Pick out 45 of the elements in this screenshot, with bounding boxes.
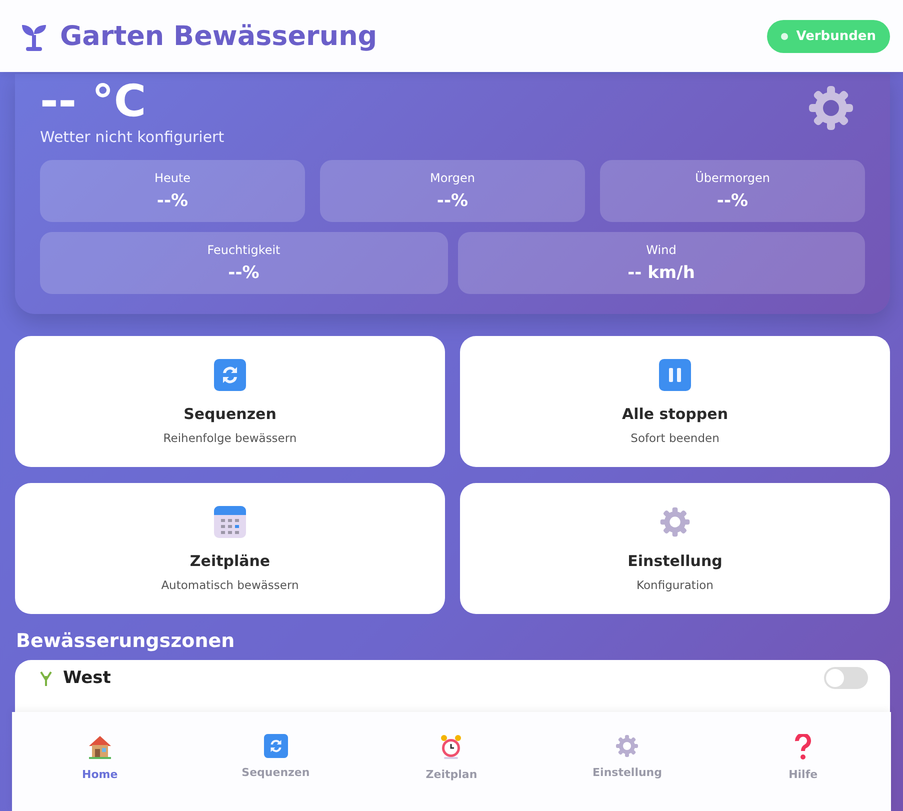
zone-toggle[interactable] (824, 667, 868, 689)
action-title: Sequenzen (184, 404, 276, 422)
pause-icon (659, 358, 691, 390)
stat-value: --% (156, 191, 188, 211)
stat-value: -- km/h (628, 263, 695, 283)
stat-label: Wind (646, 243, 676, 257)
stat-label: Heute (154, 171, 191, 185)
refresh-icon (214, 358, 246, 390)
nav-item[interactable]: Hilfe (748, 734, 858, 786)
action-title: Zeitpläne (190, 552, 270, 570)
plant-icon (39, 670, 53, 686)
action-card[interactable]: Alle stoppen Sofort beenden (460, 336, 890, 467)
stat-value: --% (716, 191, 748, 211)
temperature: -- °C (40, 80, 148, 124)
app-title: Garten Bewässerung (60, 20, 378, 52)
action-subtitle: Sofort beenden (630, 430, 720, 444)
house-icon (86, 734, 113, 760)
gear-icon (807, 84, 855, 132)
action-card[interactable]: Zeitpläne Automatisch bewässern (15, 483, 445, 614)
action-subtitle: Automatisch bewässern (161, 578, 299, 592)
alarm-clock-icon (439, 734, 464, 760)
zone-name: West (63, 668, 111, 688)
action-title: Einstellung (628, 552, 722, 570)
action-subtitle: Konfiguration (636, 578, 714, 592)
nav-item[interactable]: Einstellung (572, 734, 682, 786)
action-card[interactable]: Einstellung Konfiguration (460, 483, 890, 614)
section-title: Bewässerungszonen (16, 630, 236, 652)
stat-label: Morgen (430, 171, 476, 185)
stat-value: --% (228, 263, 260, 283)
action-title: Alle stoppen (622, 404, 728, 422)
nav-item[interactable]: Sequenzen (220, 734, 331, 786)
stat-value: --% (436, 191, 468, 211)
refresh-icon (264, 734, 288, 758)
action-card[interactable]: Sequenzen Reihenfolge bewässern (15, 336, 445, 467)
connection-status: Verbunden (767, 20, 890, 52)
nav-item[interactable]: Zeitplan (396, 734, 506, 786)
weather-description: Wetter nicht konfiguriert (40, 128, 224, 146)
nav-item[interactable]: Home (44, 734, 155, 786)
stat-label: Feuchtigkeit (207, 243, 280, 257)
stat-label: Übermorgen (695, 171, 770, 185)
calendar-icon (214, 506, 246, 538)
gear-icon (615, 734, 640, 758)
question-mark-icon (795, 734, 812, 760)
action-subtitle: Reihenfolge bewässern (163, 430, 297, 444)
gear-icon (659, 506, 691, 538)
